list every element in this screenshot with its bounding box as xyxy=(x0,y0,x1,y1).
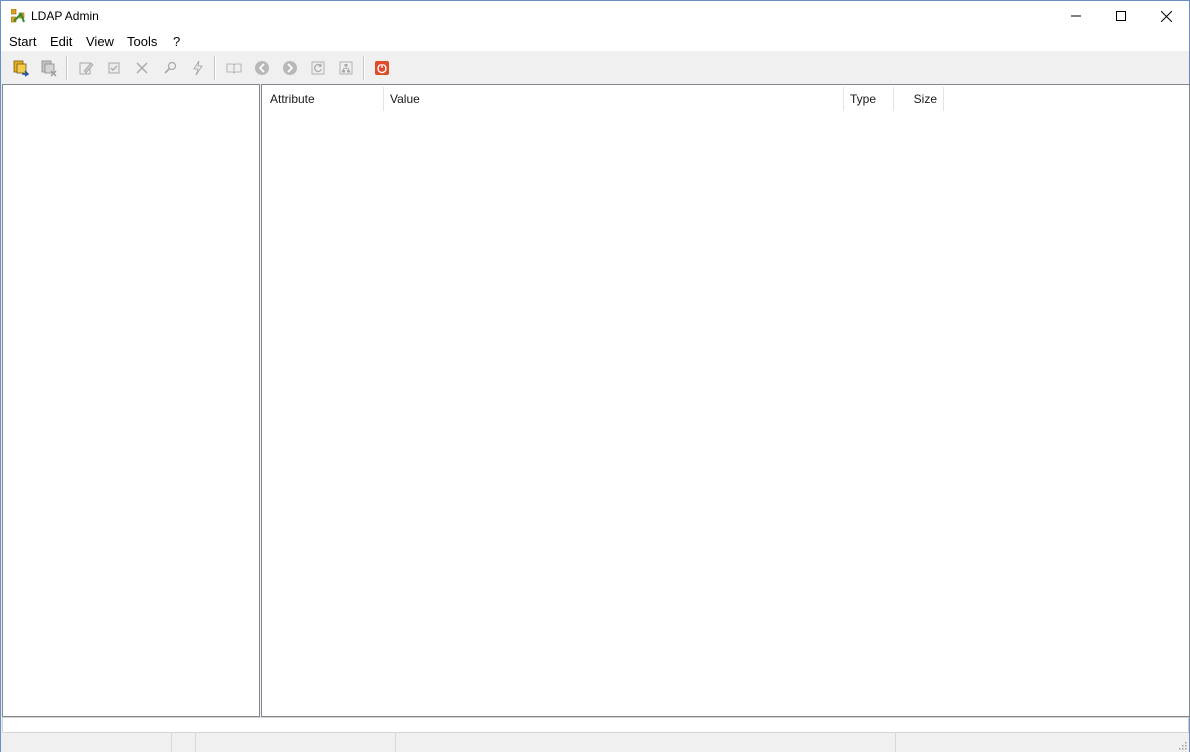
status-panel xyxy=(1,733,172,752)
column-header-type[interactable]: Type xyxy=(844,87,894,111)
bottom-scroll-area[interactable] xyxy=(2,717,1189,733)
lightning-button[interactable] xyxy=(187,57,209,79)
delete-icon xyxy=(136,62,148,74)
column-header-attribute[interactable]: Attribute xyxy=(264,87,384,111)
maximize-button[interactable] xyxy=(1098,1,1144,31)
attribute-list-header: Attribute Value Type Size xyxy=(264,87,1189,111)
status-panel xyxy=(196,733,396,752)
menu-bar: Start Edit View Tools ? xyxy=(1,31,1189,51)
menu-help[interactable]: ? xyxy=(173,34,180,49)
status-panel xyxy=(172,733,196,752)
tree-view-button[interactable] xyxy=(335,57,357,79)
edit-entry-button[interactable] xyxy=(75,57,97,79)
status-bar xyxy=(1,733,1189,752)
connect-button[interactable] xyxy=(10,57,32,79)
menu-start[interactable]: Start xyxy=(9,34,36,49)
back-arrow-icon xyxy=(255,61,269,75)
back-button[interactable] xyxy=(251,57,273,79)
tree-icon xyxy=(339,61,353,75)
menu-tools[interactable]: Tools xyxy=(127,34,157,49)
disconnect-button[interactable] xyxy=(38,57,60,79)
minimize-button[interactable] xyxy=(1053,1,1099,31)
schema-button[interactable] xyxy=(223,57,245,79)
exit-power-icon xyxy=(375,61,389,75)
forward-button[interactable] xyxy=(279,57,301,79)
close-button[interactable] xyxy=(1143,1,1189,31)
toolbar-separator xyxy=(363,56,365,80)
toolbar-separator xyxy=(66,56,68,80)
forward-arrow-icon xyxy=(283,61,297,75)
maximize-icon xyxy=(1116,11,1126,21)
refresh-icon xyxy=(311,61,325,75)
schema-book-icon xyxy=(226,63,242,74)
toolbar xyxy=(1,51,1189,84)
column-header-value[interactable]: Value xyxy=(384,87,844,111)
search-icon xyxy=(164,61,177,74)
directory-tree-pane[interactable] xyxy=(2,84,260,717)
search-button[interactable] xyxy=(159,57,181,79)
lightning-icon xyxy=(193,60,203,76)
disconnect-icon xyxy=(41,60,57,77)
close-icon xyxy=(1160,10,1172,22)
resize-grip-icon[interactable] xyxy=(1177,740,1187,750)
status-panel xyxy=(396,733,896,752)
save-button[interactable] xyxy=(103,57,125,79)
menu-edit[interactable]: Edit xyxy=(50,34,72,49)
refresh-button[interactable] xyxy=(307,57,329,79)
exit-button[interactable] xyxy=(371,57,393,79)
edit-entry-icon xyxy=(79,62,94,75)
minimize-icon xyxy=(1071,15,1081,17)
connect-icon xyxy=(13,60,30,77)
ldap-admin-app-icon xyxy=(11,9,25,23)
toolbar-separator xyxy=(214,56,216,80)
app-window: LDAP Admin Start Edit View Tools ? Attri… xyxy=(0,0,1190,752)
window-title: LDAP Admin xyxy=(31,9,99,23)
save-icon xyxy=(108,62,120,74)
attribute-list-pane[interactable]: Attribute Value Type Size xyxy=(261,84,1190,717)
column-header-size[interactable]: Size xyxy=(894,87,944,111)
menu-view[interactable]: View xyxy=(86,34,114,49)
delete-button[interactable] xyxy=(131,57,153,79)
title-bar: LDAP Admin xyxy=(1,1,1189,31)
